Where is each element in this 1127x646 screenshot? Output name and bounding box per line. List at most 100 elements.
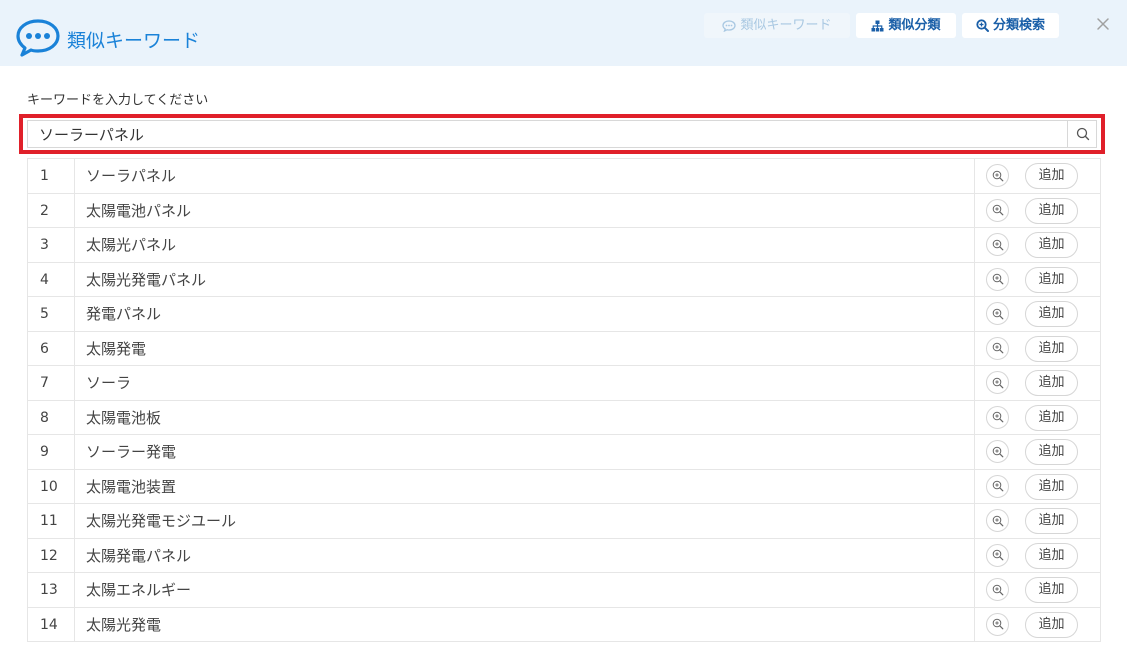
zoom-in-icon xyxy=(992,549,1003,561)
zoom-in-button[interactable] xyxy=(986,233,1009,256)
row-number: 2 xyxy=(28,193,75,227)
results-table: 1 ソーラパネル 追加 2 太陽電池パネル 追加 3 太陽光パネル 追加 4 太陽光発電パネル 追加 5… xyxy=(27,158,1101,642)
row-keyword[interactable]: 発電パネル xyxy=(75,297,975,331)
row-keyword[interactable]: 太陽電池パネル xyxy=(75,193,975,227)
add-button[interactable]: 追加 xyxy=(1025,542,1078,569)
zoom-in-icon xyxy=(992,411,1003,423)
zoom-in-icon xyxy=(992,204,1003,216)
zoom-in-button[interactable] xyxy=(986,198,1009,222)
row-number: 8 xyxy=(28,400,75,434)
table-row: 10 太陽電池装置 追加 xyxy=(27,469,1101,504)
zoom-in-button[interactable] xyxy=(986,509,1009,532)
zoom-in-icon xyxy=(992,515,1003,526)
table-row: 8 太陽電池板 追加 xyxy=(27,400,1101,435)
search-input[interactable] xyxy=(28,121,1066,147)
table-row: 11 太陽光発電モジユール 追加 xyxy=(27,504,1101,539)
zoom-in-button[interactable] xyxy=(986,336,1009,360)
table-row: 1 ソーラパネル 追加 xyxy=(27,159,1101,194)
zoom-in-icon xyxy=(992,377,1003,388)
zoom-in-icon xyxy=(992,308,1003,319)
search-button[interactable] xyxy=(1067,121,1098,147)
add-button[interactable]: 追加 xyxy=(1025,163,1078,189)
zoom-in-icon xyxy=(992,239,1003,250)
zoom-in-icon xyxy=(992,584,1003,595)
classification-search-label: 分類検索 xyxy=(992,18,1045,33)
add-button[interactable]: 追加 xyxy=(1025,404,1078,431)
add-button[interactable]: 追加 xyxy=(1025,439,1078,465)
zoom-in-icon xyxy=(992,273,1003,285)
add-button[interactable]: 追加 xyxy=(1025,370,1078,396)
add-button[interactable]: 追加 xyxy=(1025,232,1078,258)
row-keyword[interactable]: ソーラ xyxy=(75,366,975,400)
add-button[interactable]: 追加 xyxy=(1025,577,1078,603)
row-keyword[interactable]: 太陽発電パネル xyxy=(75,538,975,572)
row-number: 14 xyxy=(28,607,75,641)
zoom-in-icon xyxy=(992,480,1003,492)
zoom-in-button[interactable] xyxy=(986,612,1009,636)
row-number: 5 xyxy=(28,297,75,331)
add-button[interactable]: 追加 xyxy=(1025,508,1078,534)
row-keyword[interactable]: 太陽光パネル xyxy=(75,228,975,262)
close-icon[interactable] xyxy=(1095,16,1111,32)
chat-icon xyxy=(722,19,737,32)
zoom-in-button[interactable] xyxy=(986,302,1009,325)
search-prompt-label: キーワードを入力してください xyxy=(27,93,209,108)
similar-keywords-button[interactable]: 類似キーワード xyxy=(704,13,850,38)
zoom-search-icon xyxy=(976,19,989,32)
row-number: 11 xyxy=(28,504,75,538)
add-button[interactable]: 追加 xyxy=(1025,301,1078,327)
add-button[interactable]: 追加 xyxy=(1025,611,1078,638)
zoom-in-button[interactable] xyxy=(986,440,1009,463)
row-number: 13 xyxy=(28,573,75,607)
row-keyword[interactable]: 太陽発電 xyxy=(75,331,975,365)
row-number: 10 xyxy=(28,469,75,503)
row-number: 9 xyxy=(28,435,75,469)
table-row: 14 太陽光発電 追加 xyxy=(27,607,1101,642)
row-number: 3 xyxy=(28,228,75,262)
add-button[interactable]: 追加 xyxy=(1025,197,1078,224)
row-number: 6 xyxy=(28,331,75,365)
table-row: 2 太陽電池パネル 追加 xyxy=(27,193,1101,228)
row-keyword[interactable]: 太陽光発電 xyxy=(75,607,975,641)
row-keyword[interactable]: ソーラパネル xyxy=(75,159,975,193)
chat-bubble-icon xyxy=(16,19,60,57)
zoom-in-button[interactable] xyxy=(986,578,1009,601)
add-button[interactable]: 追加 xyxy=(1025,266,1078,293)
similar-classification-button[interactable]: 類似分類 xyxy=(856,13,956,38)
row-keyword[interactable]: ソーラー発電 xyxy=(75,435,975,469)
row-keyword[interactable]: 太陽電池装置 xyxy=(75,469,975,503)
zoom-in-icon xyxy=(992,170,1003,181)
search-icon xyxy=(1076,127,1090,141)
table-row: 13 太陽エネルギー 追加 xyxy=(27,573,1101,608)
dialog-title: 類似キーワード xyxy=(67,30,201,52)
table-row: 4 太陽光発電パネル 追加 xyxy=(27,262,1101,297)
zoom-in-button[interactable] xyxy=(986,474,1009,498)
table-row: 5 発電パネル 追加 xyxy=(27,297,1101,332)
row-keyword[interactable]: 太陽電池板 xyxy=(75,400,975,434)
sitemap-icon xyxy=(871,20,884,31)
search-highlight-box xyxy=(19,114,1105,154)
table-row: 9 ソーラー発電 追加 xyxy=(27,435,1101,470)
add-button[interactable]: 追加 xyxy=(1025,473,1078,500)
zoom-in-button[interactable] xyxy=(986,267,1009,291)
row-number: 12 xyxy=(28,538,75,572)
table-row: 3 太陽光パネル 追加 xyxy=(27,228,1101,263)
zoom-in-icon xyxy=(992,342,1003,354)
table-row: 12 太陽発電パネル 追加 xyxy=(27,538,1101,573)
dialog-header: 類似キーワード 類似キーワード 類似分類 分類検索 xyxy=(0,0,1127,66)
row-keyword[interactable]: 太陽光発電パネル xyxy=(75,262,975,296)
zoom-in-button[interactable] xyxy=(986,543,1009,567)
row-number: 4 xyxy=(28,262,75,296)
add-button[interactable]: 追加 xyxy=(1025,335,1078,362)
zoom-in-button[interactable] xyxy=(986,164,1009,187)
table-row: 7 ソーラ 追加 xyxy=(27,366,1101,401)
row-number: 7 xyxy=(28,366,75,400)
row-keyword[interactable]: 太陽光発電モジユール xyxy=(75,504,975,538)
zoom-in-icon xyxy=(992,618,1003,630)
zoom-in-icon xyxy=(992,446,1003,457)
row-keyword[interactable]: 太陽エネルギー xyxy=(75,573,975,607)
zoom-in-button[interactable] xyxy=(986,371,1009,394)
classification-search-button[interactable]: 分類検索 xyxy=(962,13,1059,38)
similar-keywords-label: 類似キーワード xyxy=(740,18,832,33)
zoom-in-button[interactable] xyxy=(986,405,1009,429)
